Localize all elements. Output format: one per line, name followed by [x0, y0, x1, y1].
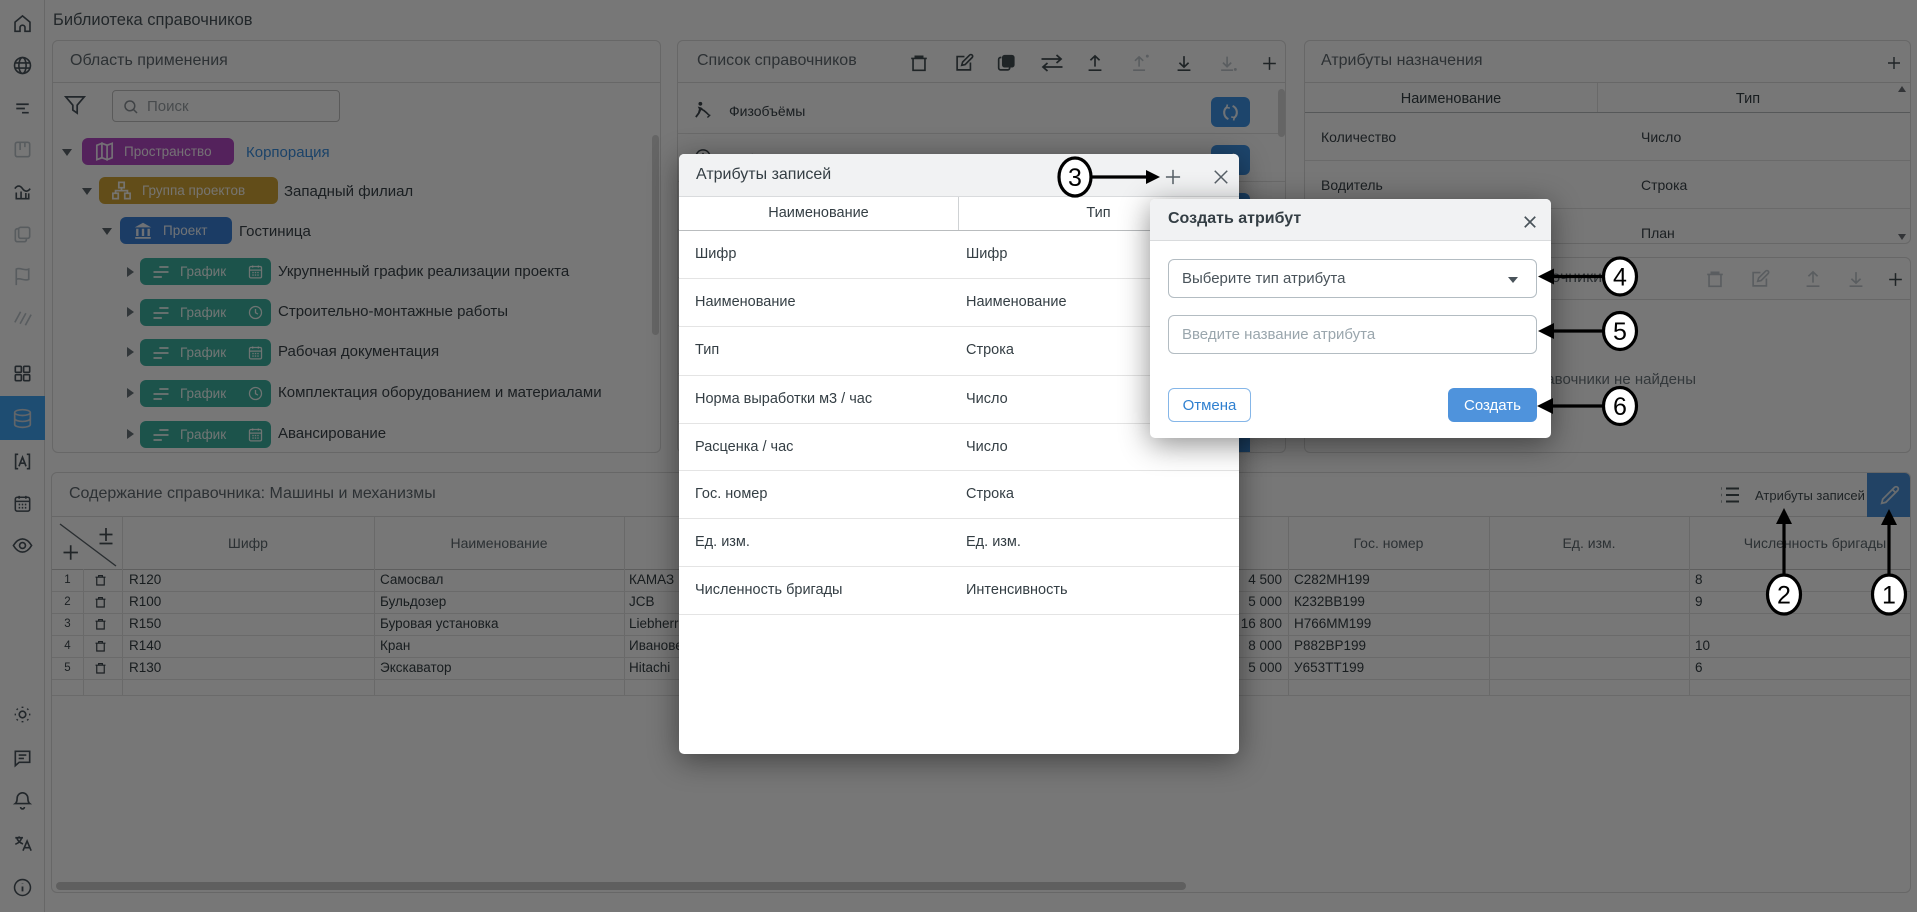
svg-text:6: 6	[1613, 393, 1627, 421]
svg-text:1: 1	[1882, 582, 1896, 610]
svg-text:4: 4	[1613, 264, 1627, 292]
svg-text:5: 5	[1613, 318, 1627, 346]
svg-text:2: 2	[1777, 582, 1791, 610]
svg-text:3: 3	[1068, 164, 1082, 192]
